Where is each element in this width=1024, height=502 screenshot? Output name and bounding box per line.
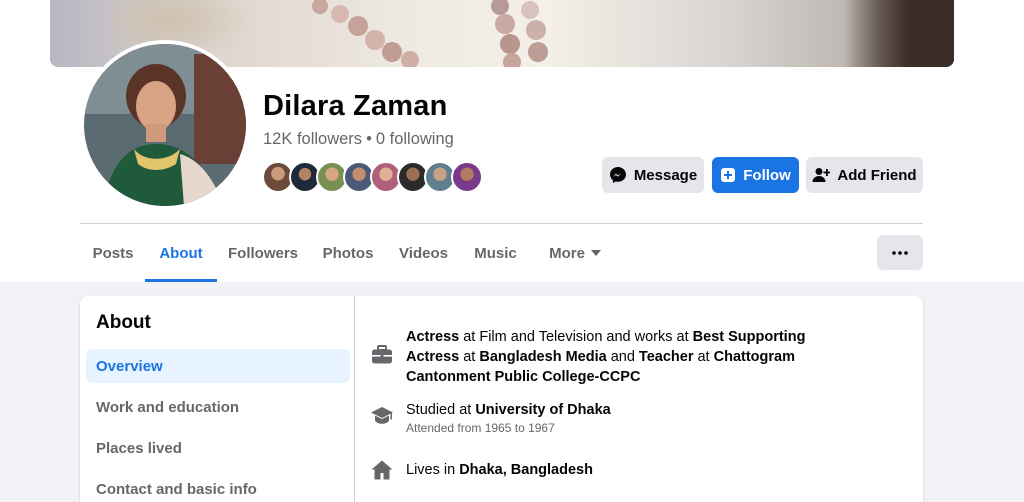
- followers-count-link[interactable]: 12K followers: [263, 130, 362, 148]
- place-city-link[interactable]: Dhaka, Bangladesh: [459, 462, 593, 478]
- follower-avatar[interactable]: [451, 161, 483, 193]
- tab-music-label: Music: [474, 244, 517, 262]
- overview-place-row: Lives in Dhaka, Bangladesh: [370, 458, 860, 482]
- tab-music[interactable]: Music: [462, 224, 529, 282]
- follow-icon: [721, 168, 736, 182]
- tab-more-label: More: [549, 244, 585, 262]
- tab-posts[interactable]: Posts: [80, 224, 146, 282]
- sidebar-item-work-education[interactable]: Work and education: [86, 390, 350, 424]
- work-text-part: at Film and Television and works at: [459, 329, 693, 345]
- education-prefix: Studied at: [406, 402, 476, 418]
- sidebar-item-places-lived[interactable]: Places lived: [86, 431, 350, 465]
- stats-separator: •: [366, 130, 372, 148]
- tab-more[interactable]: More: [530, 224, 620, 282]
- more-horizontal-icon: [892, 250, 908, 255]
- overview-education-row: Studied at University of Dhaka Attended …: [370, 400, 860, 436]
- education-school-link[interactable]: University of Dhaka: [475, 402, 610, 418]
- tab-followers-label: Followers: [228, 244, 299, 262]
- home-icon: [371, 460, 393, 480]
- work-text: Actress at Film and Television and works…: [406, 327, 860, 387]
- message-button-label: Message: [633, 166, 698, 184]
- cover-shadow: [844, 0, 954, 67]
- cover-necklace-image: [312, 0, 548, 67]
- sidebar-item-label: Places lived: [96, 439, 182, 457]
- tab-posts-label: Posts: [92, 244, 134, 262]
- work-employer-link[interactable]: Bangladesh Media: [479, 349, 606, 365]
- about-heading: About: [96, 312, 151, 333]
- about-sidebar: About Overview Work and education Places…: [80, 296, 355, 502]
- add-friend-button-label: Add Friend: [837, 166, 917, 184]
- more-options-button[interactable]: [877, 235, 923, 270]
- place-prefix: Lives in: [406, 462, 460, 478]
- work-role[interactable]: Teacher: [639, 349, 694, 365]
- sidebar-item-label: Overview: [96, 357, 163, 375]
- following-count-link[interactable]: 0 following: [376, 130, 454, 148]
- tab-videos[interactable]: Videos: [386, 224, 461, 282]
- chevron-down-icon: [590, 250, 601, 256]
- education-text: Studied at University of Dhaka Attended …: [406, 400, 611, 436]
- about-card: About Overview Work and education Places…: [80, 296, 923, 502]
- profile-name: Dilara Zaman: [263, 90, 448, 122]
- messenger-icon: [609, 167, 626, 183]
- tab-about[interactable]: About: [145, 224, 217, 282]
- tab-followers[interactable]: Followers: [217, 224, 309, 282]
- message-button[interactable]: Message: [602, 157, 704, 193]
- work-text-part: and: [606, 349, 639, 365]
- add-friend-icon: [812, 168, 831, 182]
- sidebar-item-label: Contact and basic info: [96, 480, 257, 498]
- work-role[interactable]: Actress: [406, 329, 459, 345]
- education-dates: Attended from 1965 to 1967: [406, 421, 555, 435]
- add-friend-button[interactable]: Add Friend: [806, 157, 923, 193]
- graduation-cap-icon: [371, 407, 393, 424]
- tab-photos-label: Photos: [322, 244, 374, 262]
- tab-videos-label: Videos: [399, 244, 448, 262]
- sidebar-item-contact-info[interactable]: Contact and basic info: [86, 472, 350, 502]
- sidebar-item-label: Work and education: [96, 398, 240, 416]
- follow-button[interactable]: Follow: [712, 157, 799, 193]
- work-text-part: at: [459, 349, 480, 365]
- sidebar-item-overview[interactable]: Overview: [86, 349, 350, 383]
- profile-avatar[interactable]: [84, 44, 246, 206]
- briefcase-icon: [372, 345, 392, 364]
- avatar-portrait-image: [84, 44, 246, 206]
- follow-button-label: Follow: [743, 166, 791, 184]
- overview-work-row: Actress at Film and Television and works…: [370, 327, 860, 387]
- tab-about-label: About: [159, 244, 203, 262]
- follow-stats: 12K followers • 0 following: [263, 130, 454, 149]
- work-text-part: at: [693, 349, 714, 365]
- tab-photos[interactable]: Photos: [310, 224, 386, 282]
